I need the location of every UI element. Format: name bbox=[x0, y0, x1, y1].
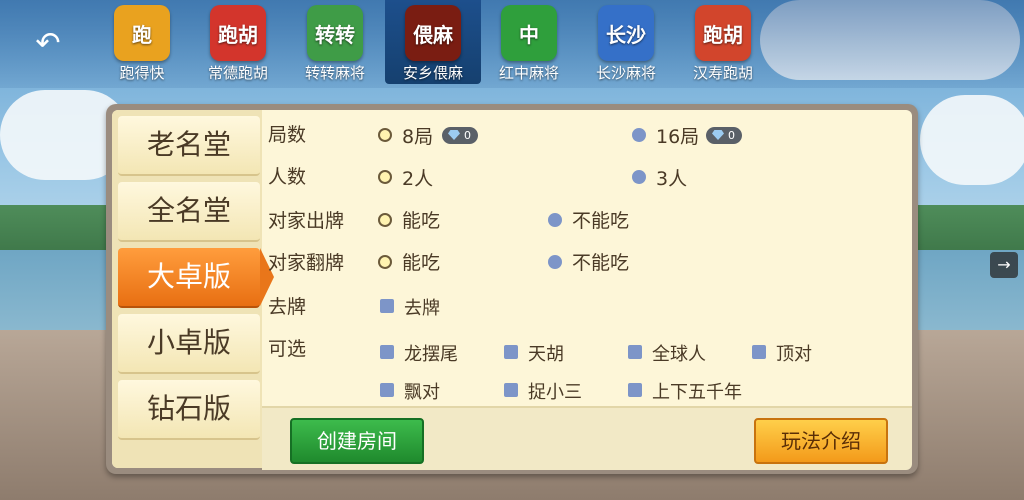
players-2-text[interactable]: 2人 bbox=[402, 164, 433, 191]
sidebar-item-zuanshiban[interactable]: 钻石版 bbox=[118, 380, 260, 440]
discard-cannot-eat-text[interactable]: 不能吃 bbox=[572, 206, 629, 233]
panel-body: 老名堂 全名堂 大卓版 小卓版 钻石版 局数 8局 0 16局 0 人数 2人 … bbox=[112, 110, 912, 470]
game-name: 常德跑胡 bbox=[207, 64, 268, 82]
option-shangxiawuqiannian-text[interactable]: 上下五千年 bbox=[652, 378, 742, 404]
game-icon: 跑胡 bbox=[210, 5, 266, 61]
game-icon: 跑胡 bbox=[695, 5, 751, 61]
opponent-discard-label: 对家出牌 bbox=[268, 210, 345, 232]
option-quanqiuren-checkbox[interactable] bbox=[628, 345, 642, 359]
option-quanqiuren-text[interactable]: 全球人 bbox=[652, 340, 706, 366]
game-name: 转转麻将 bbox=[304, 64, 365, 82]
flip-can-eat-text[interactable]: 能吃 bbox=[402, 248, 440, 275]
option-zhuoxiaosan-checkbox[interactable] bbox=[504, 383, 518, 397]
players-3-radio[interactable] bbox=[632, 170, 646, 184]
option-tianhu-text[interactable]: 天胡 bbox=[528, 340, 564, 366]
game-tab-zhuanzhuan-majiang[interactable]: 转转 转转麻将 bbox=[287, 0, 383, 84]
flip-cannot-eat-radio[interactable] bbox=[548, 255, 562, 269]
sidebar-item-dazhuoban[interactable]: 大卓版 bbox=[118, 248, 274, 308]
remove-text[interactable]: 去牌 bbox=[404, 294, 440, 320]
background-cloud bbox=[920, 95, 1024, 185]
option-piaodui-text[interactable]: 飘对 bbox=[404, 378, 440, 404]
sidebar-item-xiaozhuoban[interactable]: 小卓版 bbox=[118, 314, 260, 374]
game-tab-anxiang-weima[interactable]: 偎麻 安乡偎麻 bbox=[385, 0, 481, 84]
game-name: 红中麻将 bbox=[498, 64, 559, 82]
action-bar: 创建房间 玩法介绍 bbox=[262, 406, 912, 470]
players-2-radio[interactable] bbox=[378, 170, 392, 184]
game-name: 长沙麻将 bbox=[595, 64, 656, 82]
diamond-icon bbox=[712, 130, 724, 140]
discard-can-eat-text[interactable]: 能吃 bbox=[402, 206, 440, 233]
rounds-8-text[interactable]: 8局 bbox=[402, 122, 433, 149]
create-room-button[interactable]: 创建房间 bbox=[290, 418, 424, 464]
rounds-8-cost-badge: 0 bbox=[442, 127, 478, 144]
game-name: 跑得快 bbox=[119, 64, 165, 82]
sidebar-item-quanmingtang[interactable]: 全名堂 bbox=[118, 182, 260, 242]
players-3-text[interactable]: 3人 bbox=[656, 164, 687, 191]
option-dingdui-checkbox[interactable] bbox=[752, 345, 766, 359]
option-dingdui-text[interactable]: 顶对 bbox=[776, 340, 812, 366]
rounds-label: 局数 bbox=[268, 124, 307, 146]
rounds-16-text[interactable]: 16局 bbox=[656, 122, 699, 149]
discard-cannot-eat-radio[interactable] bbox=[548, 213, 562, 227]
game-tab-changsha-majiang[interactable]: 长沙 长沙麻将 bbox=[578, 0, 674, 84]
option-shangxiawuqiannian-checkbox[interactable] bbox=[628, 383, 642, 397]
flip-can-eat-radio[interactable] bbox=[378, 255, 392, 269]
game-name: 汉寿跑胡 bbox=[692, 64, 753, 82]
rounds-16-radio[interactable] bbox=[632, 128, 646, 142]
rounds-16-cost-badge: 0 bbox=[706, 127, 742, 144]
rounds-8-radio[interactable] bbox=[378, 128, 392, 142]
option-zhuoxiaosan-text[interactable]: 捉小三 bbox=[528, 378, 582, 404]
rule-sidebar: 老名堂 全名堂 大卓版 小卓版 钻石版 bbox=[112, 110, 274, 468]
game-tab-changde-paohu[interactable]: 跑胡 常德跑胡 bbox=[190, 0, 286, 84]
game-icon: 跑 bbox=[114, 5, 170, 61]
option-longbaiwei-checkbox[interactable] bbox=[380, 345, 394, 359]
game-tab-hongzhong-majiang[interactable]: 中 红中麻将 bbox=[481, 0, 577, 84]
remove-checkbox[interactable] bbox=[380, 299, 394, 313]
optional-label: 可选 bbox=[268, 338, 307, 360]
game-icon: 转转 bbox=[307, 5, 363, 61]
option-piaodui-checkbox[interactable] bbox=[380, 383, 394, 397]
game-tab-hanshou-paohu[interactable]: 跑胡 汉寿跑胡 bbox=[675, 0, 771, 84]
game-selector-bar: ↶ 跑 跑得快 跑胡 常德跑胡 转转 转转麻将 偎麻 安乡偎麻 中 红中麻将 长… bbox=[0, 0, 1024, 88]
game-icon: 偎麻 bbox=[405, 5, 461, 61]
option-tianhu-checkbox[interactable] bbox=[504, 345, 518, 359]
next-arrow-icon[interactable]: → bbox=[990, 252, 1018, 278]
remove-label: 去牌 bbox=[268, 296, 307, 318]
rules-intro-button[interactable]: 玩法介绍 bbox=[754, 418, 888, 464]
game-tab-paodekuai[interactable]: 跑 跑得快 bbox=[94, 0, 190, 84]
sidebar-item-laomingtang[interactable]: 老名堂 bbox=[118, 116, 260, 176]
game-icon: 中 bbox=[501, 5, 557, 61]
back-arrow-icon[interactable]: ↶ bbox=[30, 26, 66, 62]
opponent-flip-label: 对家翻牌 bbox=[268, 252, 345, 274]
game-icon: 长沙 bbox=[598, 5, 654, 61]
discard-can-eat-radio[interactable] bbox=[378, 213, 392, 227]
players-label: 人数 bbox=[268, 166, 307, 188]
option-longbaiwei-text[interactable]: 龙摆尾 bbox=[404, 340, 458, 366]
flip-cannot-eat-text[interactable]: 不能吃 bbox=[572, 248, 629, 275]
game-name: 安乡偎麻 bbox=[402, 64, 463, 82]
room-settings-panel: 老名堂 全名堂 大卓版 小卓版 钻石版 局数 8局 0 16局 0 人数 2人 … bbox=[106, 104, 918, 474]
diamond-icon bbox=[448, 130, 460, 140]
